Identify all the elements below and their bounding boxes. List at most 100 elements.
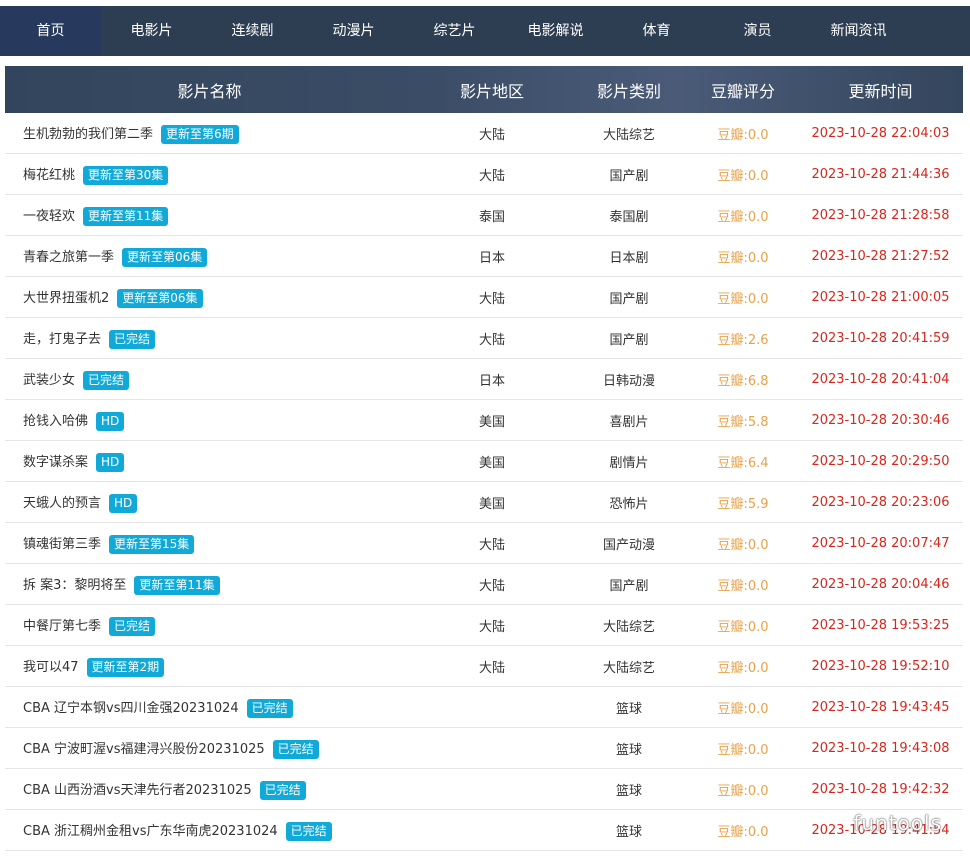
table-row: 走，打鬼子去 已完结 大陆 国产剧 豆瓣:2.6 2023-10-28 20:41:59 bbox=[5, 318, 963, 359]
row-title-link[interactable]: 镇魂街第三季 bbox=[23, 537, 101, 552]
row-type: 篮球 bbox=[615, 783, 642, 799]
row-name-cell: 拆 案3：黎明将至 更新至第11集 bbox=[5, 574, 414, 595]
row-score: 豆瓣:0.0 bbox=[717, 127, 769, 143]
row-region: 泰国 bbox=[478, 209, 505, 225]
row-title-link[interactable]: 拆 案3：黎明将至 bbox=[23, 578, 126, 593]
row-title-link[interactable]: 走，打鬼子去 bbox=[23, 332, 101, 347]
row-title-link[interactable]: 青春之旅第一季 bbox=[23, 250, 114, 265]
row-score: 豆瓣:5.9 bbox=[717, 496, 769, 512]
row-time: 2023-10-28 20:41:04 bbox=[811, 371, 950, 387]
status-badge: HD bbox=[96, 452, 125, 472]
nav-item-4[interactable]: 综艺片 bbox=[404, 6, 505, 56]
row-time: 2023-10-28 19:53:25 bbox=[811, 617, 950, 633]
table-row: 梅花红桃 更新至第30集 大陆 国产剧 豆瓣:0.0 2023-10-28 21:44:3… bbox=[5, 154, 963, 195]
row-type: 大陆综艺 bbox=[602, 619, 655, 635]
row-score: 豆瓣:5.8 bbox=[717, 414, 769, 430]
row-region: 日本 bbox=[478, 250, 505, 266]
table-row: 大世界扭蛋机2 更新至第06集 大陆 国产剧 豆瓣:0.0 2023-10-28 21:0… bbox=[5, 277, 963, 318]
row-time: 2023-10-28 19:42:32 bbox=[811, 781, 950, 797]
row-title-link[interactable]: 数字谋杀案 bbox=[23, 455, 88, 470]
header-time: 更新时间 bbox=[848, 81, 913, 101]
row-region: 大陆 bbox=[478, 537, 505, 553]
row-title-link[interactable]: 我可以47 bbox=[23, 660, 79, 675]
row-title-link[interactable]: CBA 浙江稠州金租vs广东华南虎20231024 bbox=[23, 824, 278, 839]
row-name-cell: CBA 浙江稠州金租vs广东华南虎20231024 已完结 bbox=[5, 820, 414, 841]
row-title-link[interactable]: 生机勃勃的我们第二季 bbox=[23, 127, 153, 142]
row-region: 美国 bbox=[478, 496, 505, 512]
row-score: 豆瓣:0.0 bbox=[717, 578, 769, 594]
status-badge: 已完结 bbox=[83, 370, 130, 390]
row-time: 2023-10-28 20:41:59 bbox=[811, 330, 950, 346]
nav-item-1[interactable]: 电影片 bbox=[101, 6, 202, 56]
row-name-cell: 我可以47 更新至第2期 bbox=[5, 656, 414, 677]
header-type: 影片类别 bbox=[596, 81, 661, 101]
status-badge: 已完结 bbox=[109, 329, 156, 349]
table-row: CBA 宁波町渥vs福建浔兴股份20231025 已完结 篮球 豆瓣:0.0 2023-… bbox=[5, 728, 963, 769]
status-badge: HD bbox=[96, 411, 125, 431]
table-row: 拆 案3：黎明将至 更新至第11集 大陆 国产剧 豆瓣:0.0 2023-10-28 20… bbox=[5, 564, 963, 605]
table-row: CBA 辽宁本钢vs四川金强20231024 已完结 篮球 豆瓣:0.0 2023-10… bbox=[5, 687, 963, 728]
row-score: 豆瓣:6.8 bbox=[717, 373, 769, 389]
status-badge: 更新至第06集 bbox=[122, 247, 208, 267]
nav-item-8[interactable]: 新闻资讯 bbox=[808, 6, 909, 56]
row-region: 美国 bbox=[478, 455, 505, 471]
row-title-link[interactable]: 武装少女 bbox=[23, 373, 75, 388]
nav-item-7[interactable]: 演员 bbox=[707, 6, 808, 56]
row-region: 大陆 bbox=[478, 291, 505, 307]
row-time: 2023-10-28 20:23:06 bbox=[811, 494, 950, 510]
row-title-link[interactable]: CBA 宁波町渥vs福建浔兴股份20231025 bbox=[23, 742, 265, 757]
row-title-link[interactable]: 天蛾人的预言 bbox=[23, 496, 101, 511]
row-region: 大陆 bbox=[478, 578, 505, 594]
status-badge: 更新至第06集 bbox=[117, 288, 203, 308]
table-row: 我可以47 更新至第2期 大陆 大陆综艺 豆瓣:0.0 2023-10-28 19:52:… bbox=[5, 646, 963, 687]
row-type: 喜剧片 bbox=[609, 414, 649, 430]
row-title-link[interactable]: 抢钱入哈佛 bbox=[23, 414, 88, 429]
row-time: 2023-10-28 19:52:10 bbox=[811, 658, 950, 674]
nav-item-3[interactable]: 动漫片 bbox=[303, 6, 404, 56]
status-badge: 已完结 bbox=[285, 821, 332, 841]
row-title-link[interactable]: CBA 山西汾酒vs天津先行者20231025 bbox=[23, 783, 252, 798]
nav-item-2[interactable]: 连续剧 bbox=[202, 6, 303, 56]
row-type: 日韩动漫 bbox=[602, 373, 655, 389]
row-name-cell: 走，打鬼子去 已完结 bbox=[5, 328, 414, 349]
status-badge: 更新至第11集 bbox=[83, 206, 169, 226]
row-region: 美国 bbox=[478, 414, 505, 430]
status-badge: 已完结 bbox=[109, 616, 156, 636]
row-score: 豆瓣:0.0 bbox=[717, 250, 769, 266]
nav-item-5[interactable]: 电影解说 bbox=[505, 6, 606, 56]
row-score: 豆瓣:2.6 bbox=[717, 332, 769, 348]
row-type: 国产动漫 bbox=[602, 537, 655, 553]
row-score: 豆瓣:0.0 bbox=[717, 742, 769, 758]
row-title-link[interactable]: CBA 辽宁本钢vs四川金强20231024 bbox=[23, 701, 239, 716]
row-region: 大陆 bbox=[478, 127, 505, 143]
row-type: 篮球 bbox=[615, 742, 642, 758]
row-time: 2023-10-28 20:29:50 bbox=[811, 453, 950, 469]
row-name-cell: 天蛾人的预言 HD bbox=[5, 492, 414, 513]
row-time: 2023-10-28 21:00:05 bbox=[811, 289, 950, 305]
row-name-cell: 青春之旅第一季 更新至第06集 bbox=[5, 246, 414, 267]
row-score: 豆瓣:0.0 bbox=[717, 537, 769, 553]
row-name-cell: CBA 宁波町渥vs福建浔兴股份20231025 已完结 bbox=[5, 738, 414, 759]
row-time: 2023-10-28 19:43:08 bbox=[811, 740, 950, 756]
status-badge: HD bbox=[109, 493, 138, 513]
header-region: 影片地区 bbox=[459, 81, 524, 101]
row-region: 大陆 bbox=[478, 332, 505, 348]
row-type: 恐怖片 bbox=[609, 496, 649, 512]
nav-item-0[interactable]: 首页 bbox=[0, 6, 101, 56]
row-score: 豆瓣:0.0 bbox=[717, 783, 769, 799]
table-row: 中餐厅第七季 已完结 大陆 大陆综艺 豆瓣:0.0 2023-10-28 19:53:25 bbox=[5, 605, 963, 646]
table-row: 镇魂街第三季 更新至第15集 大陆 国产动漫 豆瓣:0.0 2023-10-28 20:0… bbox=[5, 523, 963, 564]
status-badge: 更新至第30集 bbox=[83, 165, 169, 185]
row-score: 豆瓣:0.0 bbox=[717, 168, 769, 184]
header-score: 豆瓣评分 bbox=[710, 81, 775, 101]
row-title-link[interactable]: 梅花红桃 bbox=[23, 168, 75, 183]
table-row: 生机勃勃的我们第二季 更新至第6期 大陆 大陆综艺 豆瓣:0.0 2023-10-28 2… bbox=[5, 113, 963, 154]
row-title-link[interactable]: 大世界扭蛋机2 bbox=[23, 291, 109, 306]
row-score: 豆瓣:0.0 bbox=[717, 619, 769, 635]
nav-item-6[interactable]: 体育 bbox=[606, 6, 707, 56]
row-title-link[interactable]: 一夜轻欢 bbox=[23, 209, 75, 224]
row-type: 篮球 bbox=[615, 824, 642, 840]
row-title-link[interactable]: 中餐厅第七季 bbox=[23, 619, 101, 634]
header-name: 影片名称 bbox=[177, 81, 242, 101]
row-time: 2023-10-28 21:28:58 bbox=[811, 207, 950, 223]
